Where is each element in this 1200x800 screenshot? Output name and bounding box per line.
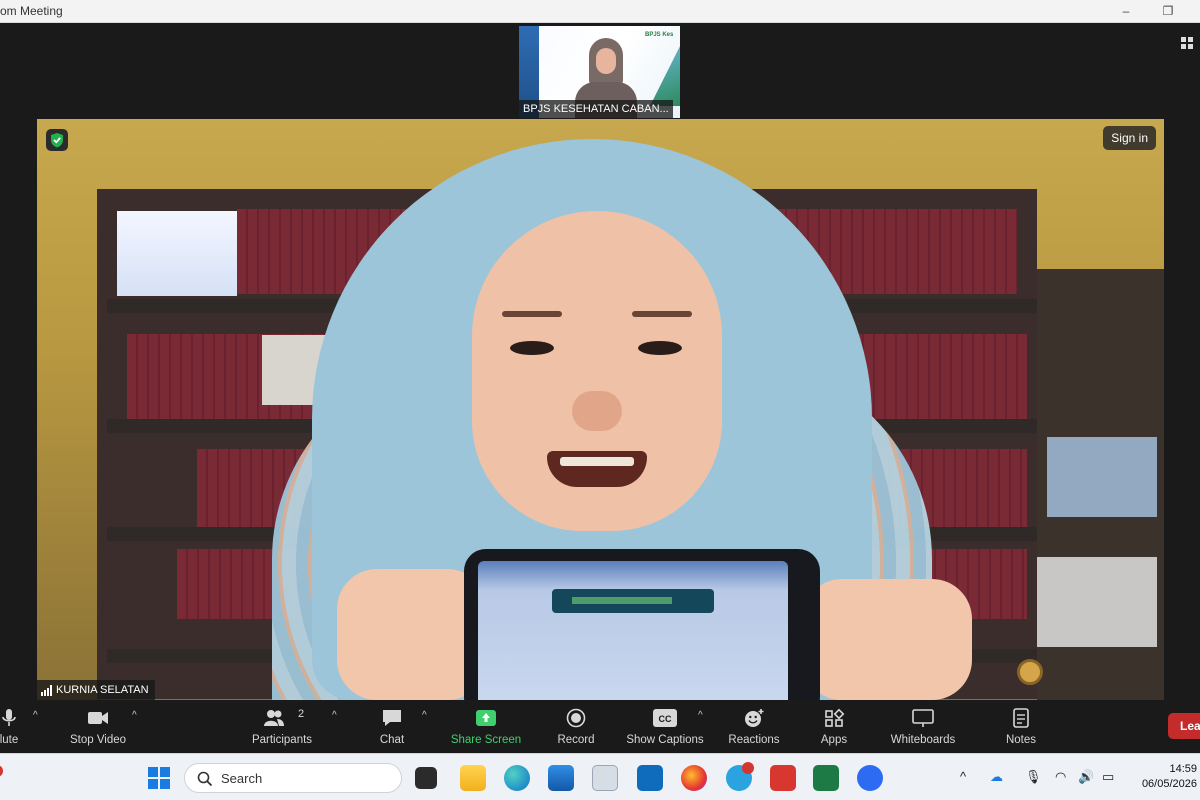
whiteboards-button[interactable]: Whiteboards — [880, 700, 966, 753]
video-options-caret[interactable]: ^ — [132, 710, 137, 721]
captions-options-caret[interactable]: ^ — [698, 710, 703, 721]
bpjs-logo: BPJS Kes — [645, 32, 674, 38]
record-button[interactable]: Record — [546, 700, 606, 753]
meeting-area: BPJS Kes BPJS KESEHATAN CABAN... Sign in… — [0, 23, 1200, 700]
reactions-button[interactable]: Reactions — [722, 700, 786, 753]
zoom-icon[interactable] — [857, 765, 883, 791]
telegram-icon[interactable] — [726, 762, 754, 791]
show-captions-button[interactable]: CC Show Captions — [620, 700, 710, 753]
security-shield-icon[interactable] — [46, 129, 68, 151]
thumbnail-name-label: BPJS KESEHATAN CABAN... — [519, 100, 673, 118]
taskbar-clock[interactable]: 14:59 06/05/2026 — [1133, 762, 1197, 792]
search-placeholder: Search — [221, 771, 263, 786]
onedrive-cloud-icon[interactable]: ☁ — [990, 769, 1003, 785]
connection-signal-icon — [41, 684, 52, 696]
task-view-icon[interactable] — [415, 767, 437, 789]
captions-icon: CC — [653, 709, 677, 727]
share-screen-button[interactable]: Share Screen — [446, 700, 526, 753]
widgets-icon[interactable] — [0, 765, 4, 791]
edge-icon[interactable] — [504, 765, 530, 791]
minimize-icon[interactable]: – — [1118, 3, 1134, 19]
start-icon[interactable] — [146, 765, 172, 791]
show-hidden-icons-chevron-icon[interactable]: ^ — [960, 769, 966, 784]
reactions-smiley-icon — [745, 709, 764, 727]
apps-icon — [825, 708, 845, 727]
file-explorer-icon[interactable] — [460, 765, 486, 791]
apps-button[interactable]: Apps — [806, 700, 862, 753]
excel-icon[interactable] — [813, 765, 839, 791]
maximize-icon[interactable]: ❐ — [1160, 3, 1176, 19]
photos-icon[interactable] — [592, 765, 618, 791]
window-title: om Meeting — [0, 4, 63, 18]
wifi-icon[interactable]: ◠ — [1055, 769, 1066, 785]
video-camera-icon — [88, 712, 108, 724]
clock-date: 06/05/2026 — [1141, 778, 1197, 790]
microphone-tray-icon[interactable]: 🎙 — [1025, 769, 1042, 785]
participants-options-caret[interactable]: ^ — [332, 710, 337, 721]
windows-taskbar: Search ^ ☁ 🎙 ◠ 🔊 ▭ 14:59 06/05/2026 — [0, 753, 1200, 800]
participant-thumbnail[interactable]: BPJS Kes BPJS KESEHATAN CABAN... — [519, 26, 680, 118]
participant-name: KURNIA SELATAN — [56, 684, 149, 696]
chat-bubble-icon — [383, 710, 401, 726]
participants-button[interactable]: 2 Participants — [244, 700, 320, 753]
acrobat-icon[interactable] — [770, 765, 796, 791]
mute-button[interactable]: lute — [0, 700, 32, 753]
chat-button[interactable]: Chat — [366, 700, 418, 753]
sign-in-button[interactable]: Sign in — [1103, 126, 1156, 150]
store-icon[interactable] — [548, 765, 574, 791]
notes-icon — [1013, 708, 1029, 728]
notes-button[interactable]: Notes — [994, 700, 1048, 753]
meeting-toolbar: lute ^ Stop Video ^ 2 Participants ^ Cha… — [0, 700, 1200, 753]
participant-person — [242, 139, 1043, 700]
participants-count: 2 — [298, 708, 305, 720]
participant-name-label: KURNIA SELATAN — [37, 680, 155, 700]
main-video-feed[interactable]: Sign in KURNIA SELATAN — [37, 119, 1164, 700]
participants-icon — [264, 710, 284, 726]
share-screen-icon — [476, 710, 496, 726]
search-icon — [197, 771, 213, 787]
taskbar-search-box[interactable]: Search — [184, 763, 402, 793]
battery-icon[interactable]: ▭ — [1102, 769, 1114, 785]
mobile-phone-display — [464, 549, 820, 700]
leave-meeting-button[interactable]: Lea — [1168, 713, 1200, 739]
record-icon — [566, 708, 586, 728]
mute-options-caret[interactable]: ^ — [33, 710, 38, 721]
clock-time: 14:59 — [1169, 763, 1197, 775]
gallery-view-icon[interactable] — [1181, 37, 1193, 49]
outlook-icon[interactable] — [637, 765, 663, 791]
whiteboard-icon — [912, 709, 934, 727]
firefox-icon[interactable] — [681, 765, 707, 791]
chat-options-caret[interactable]: ^ — [422, 710, 427, 721]
window-titlebar: om Meeting – ❐ — [0, 0, 1200, 23]
stop-video-button[interactable]: Stop Video — [60, 700, 136, 753]
volume-icon[interactable]: 🔊 — [1078, 769, 1094, 785]
microphone-icon — [2, 709, 16, 726]
